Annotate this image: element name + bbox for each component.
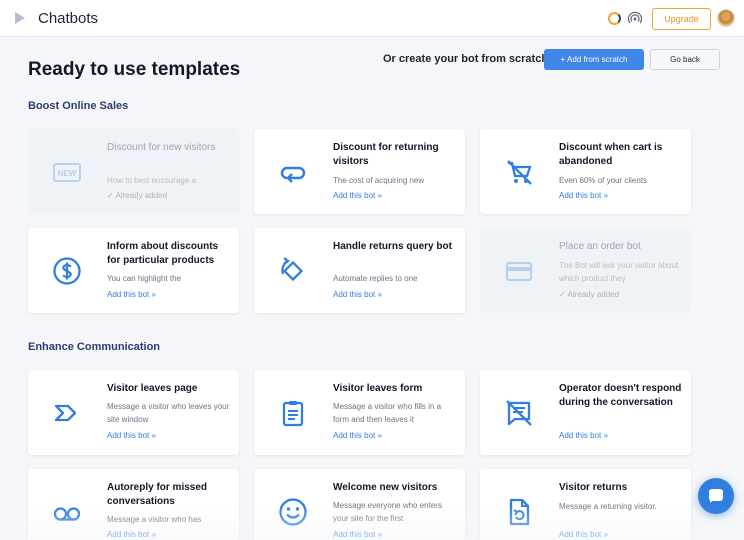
card-title: Place an order bot <box>559 241 641 252</box>
already-added-status: ✓ Already added <box>559 290 620 299</box>
card-title: Discount for returning visitors <box>333 142 439 167</box>
card-description: The Bot will ask your visitor about whic… <box>559 261 679 283</box>
card-visitor-leaves-page[interactable]: Visitor leaves page Message a visitor wh… <box>28 370 239 455</box>
upgrade-button[interactable]: Upgrade <box>652 8 711 30</box>
card-description: Even 60% of your clients <box>559 176 648 185</box>
add-bot-link[interactable]: Add this bot » <box>107 290 156 299</box>
broadcast-icon[interactable] <box>628 11 642 25</box>
top-bar: Chatbots Upgrade <box>0 0 744 37</box>
add-bot-link[interactable]: Add this bot » <box>107 431 156 440</box>
new-badge-icon: NEW <box>53 163 81 182</box>
card-title: Autoreply for missed conversations <box>107 482 208 507</box>
card-place-order: Place an order bot The Bot will ask your… <box>480 228 691 313</box>
page-title: Ready to use templates <box>28 59 241 80</box>
chat-off-icon <box>506 400 532 426</box>
file-return-icon <box>509 498 530 526</box>
card-title: Handle returns query bot <box>333 241 452 252</box>
already-added-status: ✓ Already added <box>107 191 168 200</box>
add-bot-link[interactable]: Add this bot » <box>107 530 156 539</box>
chat-bubble-tail <box>710 499 714 503</box>
add-bot-link[interactable]: Add this bot » <box>559 191 608 200</box>
card-title: Discount for new visitors <box>107 142 216 153</box>
card-discount-returning-visitors[interactable]: Discount for returning visitors The cost… <box>254 129 465 214</box>
app-title: Chatbots <box>38 10 99 27</box>
clipboard-icon <box>282 401 304 427</box>
add-from-scratch-button[interactable]: + Add from scratch <box>544 49 644 70</box>
card-operator-no-response[interactable]: Operator doesn't respond during the conv… <box>480 370 691 455</box>
return-arrow-icon <box>280 166 306 183</box>
card-handle-returns[interactable]: Handle returns query bot Automate replie… <box>254 228 465 313</box>
add-bot-link[interactable]: Add this bot » <box>333 290 382 299</box>
card-title: Visitor leaves form <box>333 383 423 394</box>
card-description: Message a visitor who fills in a form an… <box>333 402 442 424</box>
add-bot-link[interactable]: Add this bot » <box>559 431 608 440</box>
card-title: Visitor returns <box>559 482 628 493</box>
smiley-icon <box>279 498 307 526</box>
card-description: The cost of acquiring new <box>333 176 425 185</box>
card-description: Message a visitor who has <box>107 515 202 524</box>
card-discount-new-visitors: NEW Discount for new visitors How to bes… <box>28 129 239 214</box>
card-title: Discount when cart is abandoned <box>559 142 663 167</box>
card-description: Automate replies to one <box>333 274 418 283</box>
rotate-arrow-icon <box>281 257 304 282</box>
card-welcome-new-visitors[interactable]: Welcome new visitors Message everyone wh… <box>254 469 465 540</box>
section-title-enhance-communication: Enhance Communication <box>28 341 161 353</box>
add-bot-link[interactable]: Add this bot » <box>333 191 382 200</box>
card-description: Message a returning visitor. <box>559 502 657 511</box>
card-description: Message a visitor who leaves your site w… <box>107 402 230 424</box>
card-description: How to best encourage a <box>107 176 196 185</box>
card-title: Visitor leaves page <box>107 383 198 394</box>
play-icon[interactable] <box>15 12 25 24</box>
loading-spinner-icon <box>608 12 621 25</box>
section-title-boost-online-sales: Boost Online Sales <box>28 100 129 112</box>
card-visitor-leaves-form[interactable]: Visitor leaves form Message a visitor wh… <box>254 370 465 455</box>
card-title: Inform about discounts for particular pr… <box>107 241 219 266</box>
add-bot-link[interactable]: Add this bot » <box>333 530 382 539</box>
card-inform-discounts[interactable]: Inform about discounts for particular pr… <box>28 228 239 313</box>
card-discount-cart-abandoned[interactable]: Discount when cart is abandoned Even 60%… <box>480 129 691 214</box>
card-description: Message everyone who enters your site fo… <box>333 501 442 523</box>
voicemail-icon <box>53 507 81 521</box>
avatar[interactable] <box>717 9 735 27</box>
go-back-button[interactable]: Go back <box>650 49 720 70</box>
cart-off-icon <box>507 160 532 185</box>
chat-widget-button[interactable] <box>698 478 734 514</box>
card-title: Welcome new visitors <box>333 482 438 493</box>
card-description: You can highlight the <box>107 274 181 283</box>
dollar-coin-icon <box>53 257 81 285</box>
card-title: Operator doesn't respond during the conv… <box>559 383 682 408</box>
add-bot-link[interactable]: Add this bot » <box>559 530 608 539</box>
card-visitor-returns[interactable]: Visitor returns Message a returning visi… <box>480 469 691 540</box>
card-autoreply-missed[interactable]: Autoreply for missed conversations Messa… <box>28 469 239 540</box>
chevron-exit-icon <box>54 404 77 422</box>
svg-text:NEW: NEW <box>58 169 77 178</box>
credit-card-icon <box>505 261 533 282</box>
add-bot-link[interactable]: Add this bot » <box>333 431 382 440</box>
scratch-label: Or create your bot from scratch <box>383 53 549 65</box>
